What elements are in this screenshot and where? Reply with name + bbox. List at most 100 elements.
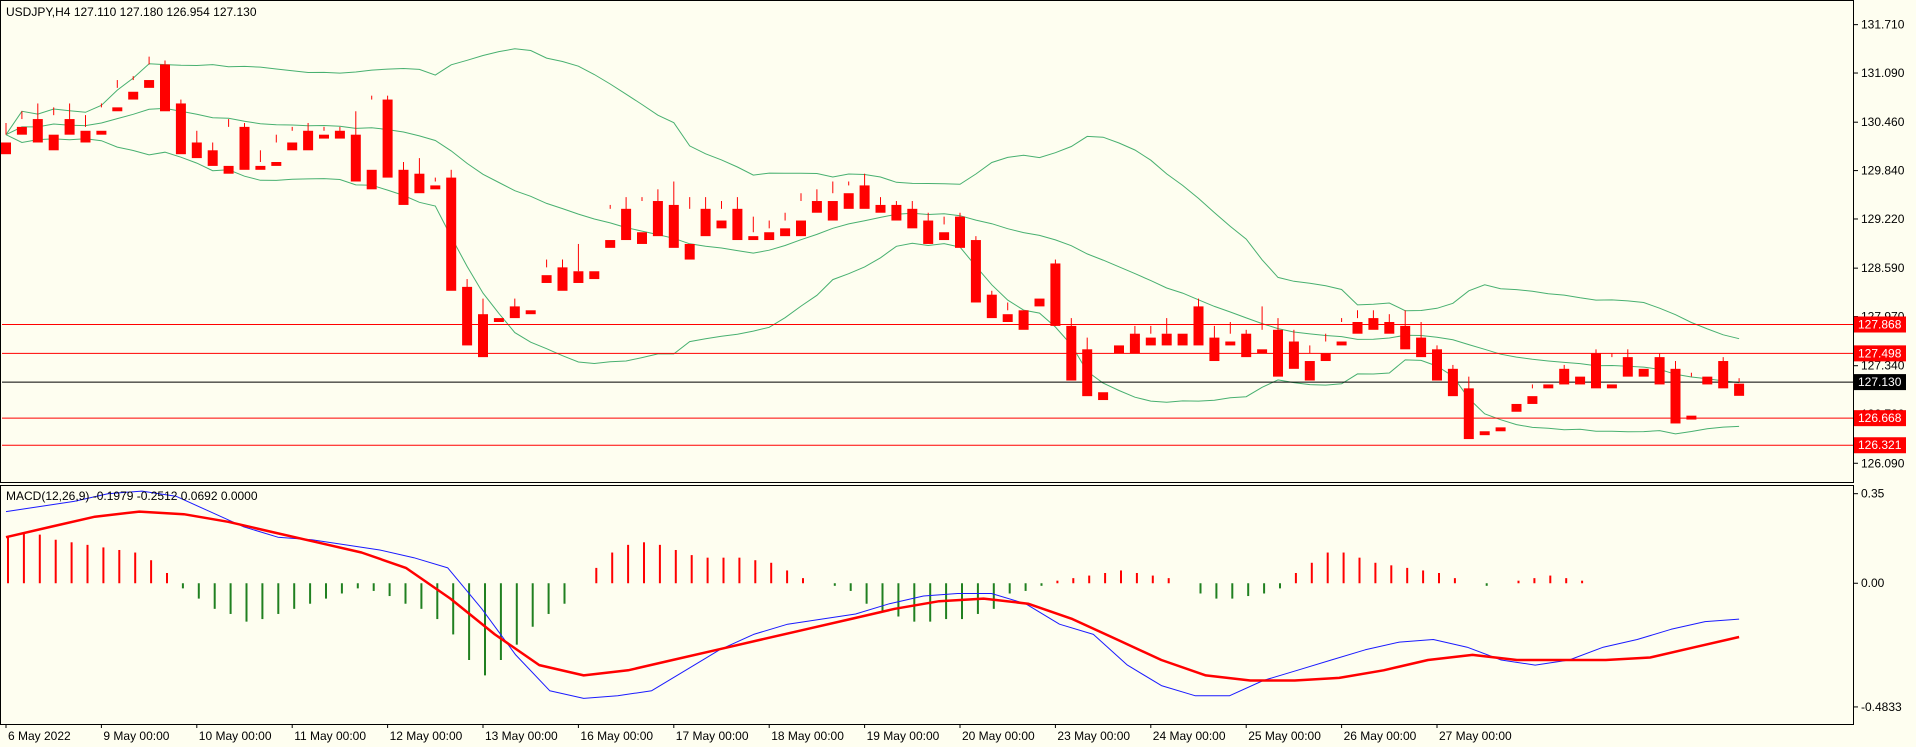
candle-body [223, 165, 234, 174]
candle-body [1257, 349, 1268, 354]
candle [986, 290, 997, 319]
candle-body [191, 142, 202, 159]
candle-body [780, 228, 791, 237]
macd-axis: 0.35 0.00 -0.4833 [1853, 487, 1902, 714]
candle-body [287, 142, 298, 151]
candle [239, 122, 250, 170]
candle-body [955, 216, 965, 248]
candle-body [414, 173, 425, 194]
price-tick-label: 128.590 [1861, 261, 1905, 275]
candle-body [1288, 341, 1299, 369]
candle-body [621, 208, 632, 241]
candle [382, 95, 393, 178]
candle-body [827, 201, 838, 221]
candle-body [1273, 329, 1283, 377]
candle-body [80, 130, 91, 143]
candle-body [128, 91, 139, 100]
time-axis[interactable]: 6 May 2022 9 May 00:00 10 May 00:00 11 May … [5, 724, 1512, 743]
candle-body [923, 220, 934, 244]
candle-body [732, 208, 743, 241]
candle-body [589, 271, 600, 280]
candle-body [859, 185, 870, 209]
candle-body [764, 232, 775, 241]
candle [1654, 353, 1665, 385]
candle-body [1400, 325, 1411, 350]
candle [1670, 361, 1681, 424]
price-tick-label: 126.090 [1861, 456, 1905, 470]
time-tick-label: 16 May 00:00 [580, 729, 653, 743]
candle-body [207, 150, 218, 166]
candle-body [1654, 357, 1665, 385]
level-price-text: 127.498 [1858, 346, 1902, 360]
candle-body [1066, 325, 1077, 381]
candle-body [796, 220, 806, 237]
candle-body [160, 64, 170, 112]
candle-body [319, 134, 329, 139]
candle-body [700, 208, 711, 237]
time-tick-label: 23 May 00:00 [1057, 729, 1130, 743]
candle [1066, 318, 1077, 381]
candle-body [811, 201, 822, 213]
candle-body [64, 119, 75, 135]
candle-body [1050, 263, 1061, 326]
time-tick-label: 6 May 2022 [8, 729, 71, 743]
candle-body [1225, 341, 1236, 346]
candle-body [684, 243, 695, 260]
candle-body [1002, 314, 1013, 322]
low-value: 126.954 [166, 5, 210, 19]
candle-body [175, 103, 186, 155]
candle-body [541, 275, 552, 283]
candle-body [1670, 368, 1681, 424]
trading-chart[interactable]: 131.710 131.090 130.460 129.840 129.220 128.5… [0, 0, 1916, 747]
candle-body [891, 204, 902, 221]
candle-body [271, 162, 282, 166]
time-tick-label: 12 May 00:00 [390, 729, 463, 743]
candle-body [1432, 349, 1442, 381]
level-price-text: 126.321 [1858, 438, 1902, 452]
time-tick-label: 18 May 00:00 [771, 729, 844, 743]
candle [1432, 345, 1442, 381]
candle-body [1241, 333, 1252, 358]
candle-body [1479, 431, 1490, 436]
price-axis[interactable]: 131.710 131.090 130.460 129.840 129.220 128.5… [1853, 18, 1905, 471]
candle-body [1559, 368, 1570, 385]
price-tick-label: 129.840 [1861, 164, 1905, 178]
level-labels: 127.868 127.498 126.668 126.321 127.130 [1854, 316, 1906, 454]
chart-header: USDJPY,H4 127.110 127.180 126.954 127.13… [6, 5, 257, 19]
macd-tick-label: 0.00 [1861, 576, 1885, 590]
time-tick-label: 17 May 00:00 [676, 729, 749, 743]
candle-body [1082, 349, 1093, 397]
candle-body [1, 142, 11, 155]
candle-body [1177, 333, 1188, 346]
candle-body [1527, 396, 1538, 404]
time-tick-label: 13 May 00:00 [485, 729, 558, 743]
candle-body [1352, 322, 1363, 334]
time-tick-label: 9 May 00:00 [103, 729, 169, 743]
time-tick-label: 27 May 00:00 [1439, 729, 1512, 743]
candle-body [1018, 310, 1029, 330]
candle-body [970, 240, 981, 303]
candle-body [1098, 392, 1109, 401]
high-value: 127.180 [120, 5, 164, 19]
candle-body [48, 134, 59, 151]
candle-body [1336, 341, 1347, 346]
candle-body [1368, 318, 1379, 330]
time-tick-label: 24 May 00:00 [1153, 729, 1226, 743]
candle-body [1320, 353, 1331, 362]
candle-body [398, 169, 409, 205]
candle-body [478, 314, 488, 358]
candle-body [1734, 383, 1745, 396]
macd-values: -0.1979 -0.2512 0.0692 0.0000 [93, 489, 258, 503]
price-tick-label: 131.710 [1861, 18, 1905, 32]
candle-body [1606, 384, 1617, 389]
symbol-label: USDJPY,H4 [6, 5, 71, 19]
candle-body [446, 177, 457, 291]
price-tick-label: 131.090 [1861, 66, 1905, 80]
candle-body [843, 193, 854, 209]
current-price-text: 127.130 [1858, 375, 1902, 389]
candle-body [986, 294, 997, 319]
candle-body [334, 130, 345, 139]
candle-body [1304, 361, 1315, 381]
candle-body [668, 204, 679, 248]
macd-tick-label: 0.35 [1861, 487, 1885, 501]
